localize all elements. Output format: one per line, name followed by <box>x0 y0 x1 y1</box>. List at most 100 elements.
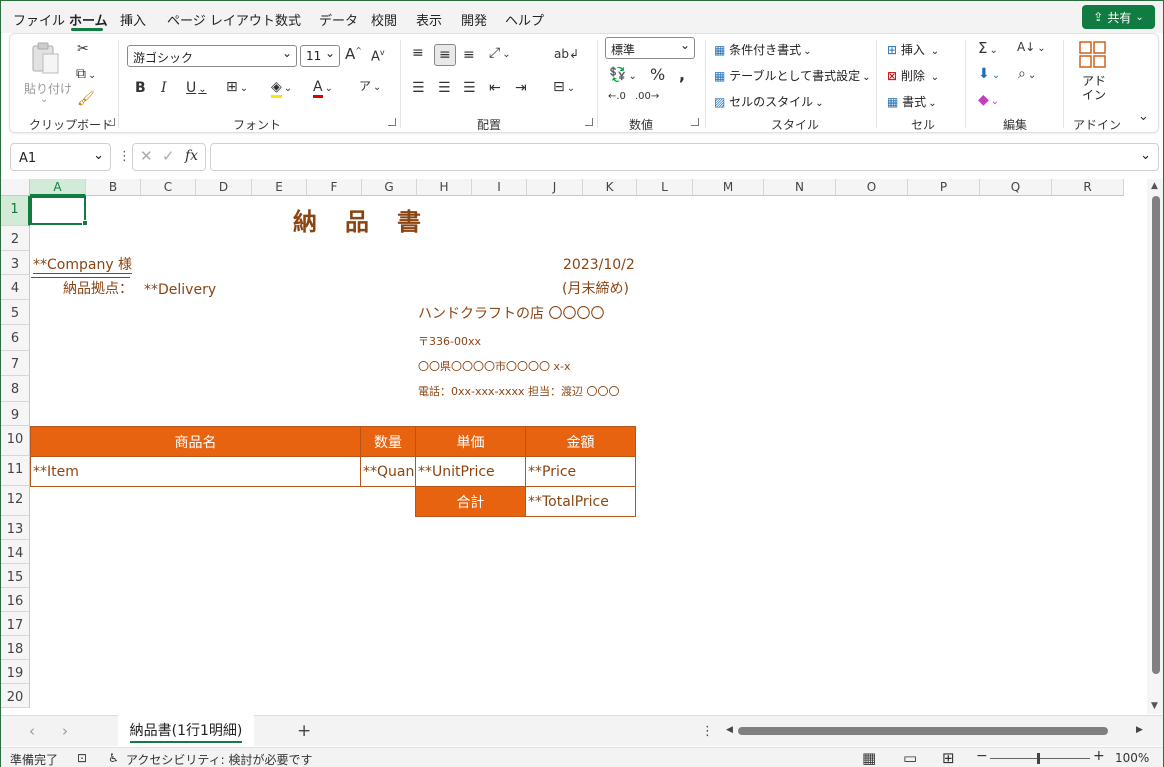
enter-icon[interactable]: ✓ <box>162 149 175 164</box>
page-break-view-icon[interactable]: ⊞ <box>942 749 955 767</box>
zoom-out-icon[interactable]: − <box>976 748 988 764</box>
column-header[interactable]: Q <box>980 179 1052 196</box>
format-as-table-button[interactable]: ▦ テーブルとして書式設定 ⌄ <box>714 67 870 84</box>
row-header[interactable]: 13 <box>1 516 30 540</box>
scroll-up-icon[interactable]: ▲ <box>1151 181 1158 191</box>
column-header[interactable]: M <box>693 179 764 196</box>
normal-view-icon[interactable]: ▦ <box>862 749 876 767</box>
percent-icon[interactable]: % <box>650 67 665 83</box>
macro-record-icon[interactable]: ⊡ <box>77 751 87 765</box>
align-right-icon[interactable]: ☰ <box>463 81 476 95</box>
table-cell-item[interactable]: **Item <box>30 456 361 487</box>
font-dialog-launcher[interactable] <box>388 118 396 126</box>
table-total-label[interactable]: 合計 <box>415 486 526 517</box>
row-header[interactable]: 19 <box>1 660 30 684</box>
decrease-indent-icon[interactable]: ⇤ <box>489 81 501 95</box>
row-header[interactable]: 18 <box>1 636 30 660</box>
autosum-icon[interactable]: Σ ⌄ <box>978 41 998 56</box>
prev-sheet-icon[interactable]: ‹ <box>29 722 35 740</box>
clipboard-dialog-launcher[interactable] <box>107 118 115 126</box>
font-name-select[interactable]: 游ゴシック <box>127 45 297 67</box>
copy-icon[interactable]: ⧉ ⌄ <box>76 67 96 81</box>
row-header[interactable]: 7 <box>1 351 30 376</box>
column-header[interactable]: O <box>836 179 908 196</box>
addins-button[interactable]: アド イン <box>1072 38 1116 108</box>
column-header[interactable]: R <box>1052 179 1124 196</box>
row-header[interactable]: 3 <box>1 251 30 275</box>
row-header[interactable]: 5 <box>1 300 30 325</box>
insert-function-icon[interactable]: fx <box>185 149 198 163</box>
vertical-scroll-thumb[interactable] <box>1152 196 1160 674</box>
column-header[interactable]: G <box>362 179 417 196</box>
column-header[interactable]: D <box>196 179 252 196</box>
phonetic-icon[interactable]: ア ⌄ <box>359 80 381 93</box>
format-painter-icon[interactable]: 🖌 <box>77 92 95 106</box>
sheet-tab-active[interactable]: 納品書(1行1明細) <box>118 715 254 746</box>
tab-file[interactable]: ファイル <box>13 10 65 29</box>
formula-input[interactable] <box>210 143 1159 171</box>
column-header[interactable]: E <box>252 179 307 196</box>
tab-developer[interactable]: 開発 <box>461 10 487 29</box>
next-sheet-icon[interactable]: › <box>62 722 68 740</box>
align-top-icon[interactable]: ≡ <box>412 46 424 60</box>
name-box[interactable]: A1 <box>10 143 111 171</box>
table-header-qty[interactable]: 数量 <box>360 426 416 457</box>
fill-icon[interactable]: ⬇ ⌄ <box>978 67 1000 81</box>
italic-icon[interactable]: I <box>161 81 167 95</box>
zoom-level[interactable]: 100% <box>1115 751 1149 765</box>
format-cells-button[interactable]: ▦ 書式 ⌄ <box>887 93 937 110</box>
add-sheet-icon[interactable]: + <box>297 721 311 741</box>
column-header[interactable]: N <box>764 179 836 196</box>
page-layout-view-icon[interactable]: ▭ <box>903 749 917 767</box>
more-icon[interactable]: ⋮ <box>118 149 131 164</box>
ribbon-collapse-icon[interactable]: ⌄ <box>1138 110 1149 123</box>
table-header-unitprice[interactable]: 単価 <box>415 426 526 457</box>
row-header[interactable]: 9 <box>1 402 30 426</box>
table-cell-qty[interactable]: **Quan <box>360 456 416 487</box>
scroll-down-icon[interactable]: ▼ <box>1151 701 1158 711</box>
column-header[interactable]: I <box>472 179 527 196</box>
cell-styles-button[interactable]: ▨ セルのスタイル ⌄ <box>714 93 824 110</box>
row-header[interactable]: 14 <box>1 540 30 564</box>
increase-font-icon[interactable]: A^ <box>345 47 362 62</box>
increase-decimal-icon[interactable]: ←.0 <box>608 92 626 102</box>
row-header[interactable]: 6 <box>1 325 30 351</box>
increase-indent-icon[interactable]: ⇥ <box>515 81 527 95</box>
comma-style-icon[interactable]: , <box>679 67 685 83</box>
column-header[interactable]: B <box>86 179 141 196</box>
fill-color-icon[interactable]: ◈ ⌄ <box>271 79 292 98</box>
scroll-right-icon[interactable]: ▶ <box>1136 725 1143 735</box>
column-header[interactable]: J <box>527 179 583 196</box>
border-icon[interactable]: ⊞ ⌄ <box>226 80 248 94</box>
row-header[interactable]: 20 <box>1 684 30 708</box>
align-left-icon[interactable]: ☰ <box>412 81 425 95</box>
row-header[interactable]: 8 <box>1 376 30 402</box>
table-total-value[interactable]: **TotalPrice <box>525 486 636 517</box>
font-size-select[interactable]: 11 <box>300 45 340 67</box>
more-icon[interactable]: ⋮ <box>701 724 714 739</box>
column-header[interactable]: A <box>30 179 86 196</box>
decrease-font-icon[interactable]: Av <box>371 49 385 64</box>
horizontal-scroll-thumb[interactable] <box>738 727 1108 735</box>
accessibility-icon[interactable]: ♿ <box>108 751 119 765</box>
column-header[interactable]: F <box>307 179 362 196</box>
cancel-icon[interactable]: ✕ <box>140 149 153 164</box>
row-header[interactable]: 16 <box>1 588 30 612</box>
row-header[interactable]: 12 <box>1 486 30 516</box>
tab-formulas[interactable]: 数式 <box>275 10 301 29</box>
table-cell-unitprice[interactable]: **UnitPrice <box>415 456 526 487</box>
tab-insert[interactable]: 挿入 <box>120 10 146 29</box>
table-header-item[interactable]: 商品名 <box>30 426 361 457</box>
row-header[interactable]: 1 <box>1 196 30 226</box>
row-header[interactable]: 4 <box>1 275 30 300</box>
align-bottom-icon[interactable]: ≡ <box>463 48 475 62</box>
zoom-slider[interactable] <box>990 753 1090 764</box>
column-header[interactable]: H <box>417 179 472 196</box>
decrease-decimal-icon[interactable]: .00→ <box>635 92 659 102</box>
tab-page-layout[interactable]: ページ レイアウト <box>167 10 275 29</box>
cut-icon[interactable]: ✂ <box>77 42 89 56</box>
scroll-left-icon[interactable]: ◀ <box>726 725 733 735</box>
column-header[interactable]: K <box>583 179 637 196</box>
conditional-format-button[interactable]: ▦ 条件付き書式 ⌄ <box>714 41 812 58</box>
row-header[interactable]: 17 <box>1 612 30 636</box>
